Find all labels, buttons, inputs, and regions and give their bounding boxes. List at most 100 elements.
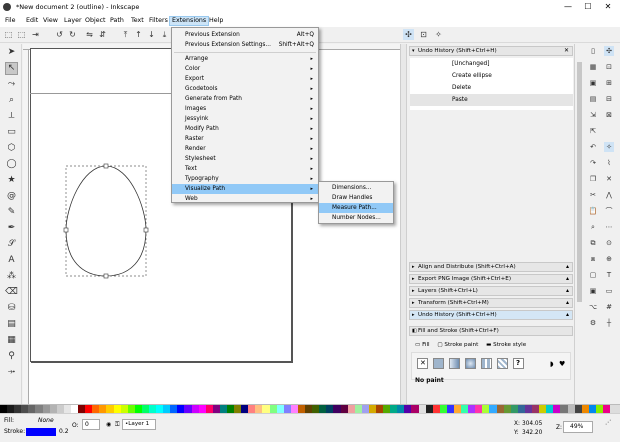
- color-swatch[interactable]: [127, 405, 135, 413]
- stroke-swatch[interactable]: [26, 428, 56, 436]
- color-swatch[interactable]: [106, 405, 114, 413]
- submenu-item-draw-handles[interactable]: Draw Handles: [319, 193, 393, 203]
- stroke-width[interactable]: 0.2: [59, 428, 69, 435]
- select-all-layers-icon[interactable]: ⬚: [16, 29, 27, 40]
- snap-bbox-center-icon[interactable]: ⊠: [604, 110, 614, 120]
- color-swatch[interactable]: [21, 405, 29, 413]
- color-swatch[interactable]: [418, 405, 426, 413]
- snap-enable-icon[interactable]: ✣: [604, 46, 614, 56]
- lower-bottom-icon[interactable]: ⤓: [159, 29, 170, 40]
- color-swatch[interactable]: [99, 405, 107, 413]
- snap-bbox-icon[interactable]: ⊡: [418, 29, 429, 40]
- color-swatch[interactable]: [326, 405, 334, 413]
- color-swatch[interactable]: [588, 405, 596, 413]
- menu-item-render[interactable]: Render ▸: [172, 144, 318, 154]
- color-swatch[interactable]: [524, 405, 533, 413]
- duplicate-icon[interactable]: ⧉: [588, 238, 598, 248]
- xml-editor-icon[interactable]: ⌥: [588, 302, 598, 312]
- menu-item-modify-path[interactable]: Modify Path ▸: [172, 124, 318, 134]
- color-swatch[interactable]: [78, 405, 86, 413]
- panel-menu-icon[interactable]: ▴: [566, 275, 569, 283]
- color-swatch[interactable]: [404, 405, 412, 413]
- export-icon[interactable]: ⇱: [588, 126, 598, 136]
- color-swatch[interactable]: [262, 405, 270, 413]
- rotate-ccw-icon[interactable]: ↺: [54, 29, 65, 40]
- flip-vertical-icon[interactable]: ⇵: [97, 29, 108, 40]
- color-swatch[interactable]: [468, 405, 476, 413]
- flat-color-button[interactable]: [433, 358, 444, 369]
- submenu-item-dimensions[interactable]: Dimensions...: [319, 183, 393, 193]
- color-swatch[interactable]: [305, 405, 313, 413]
- transform-panel-header[interactable]: ▸ Transform (Shift+Ctrl+M) ▴: [409, 298, 573, 308]
- snap-nodes-icon[interactable]: ✧: [433, 29, 444, 40]
- color-swatch[interactable]: [134, 405, 142, 413]
- panel-menu-icon[interactable]: ▴: [566, 311, 569, 319]
- snap-text-baseline-icon[interactable]: T: [604, 270, 614, 280]
- undo-history-panel-header[interactable]: ▾ Undo History (Shift+Ctrl+H) ✕: [409, 46, 573, 56]
- color-swatch[interactable]: [482, 405, 490, 413]
- color-swatch[interactable]: [35, 405, 43, 413]
- layer-select[interactable]: •Layer 1: [122, 419, 156, 430]
- color-swatch[interactable]: [49, 405, 57, 413]
- lock-icon[interactable]: ⚿: [115, 421, 120, 429]
- unset-paint-button[interactable]: ?: [513, 358, 524, 369]
- color-swatch[interactable]: [14, 405, 22, 413]
- color-swatch[interactable]: [532, 405, 540, 413]
- tab-stroke-paint[interactable]: ▢ Stroke paint: [437, 342, 478, 348]
- color-swatch[interactable]: [361, 405, 369, 413]
- eye-icon[interactable]: ◉: [106, 421, 111, 428]
- color-swatch[interactable]: [0, 405, 8, 413]
- copy-icon[interactable]: ❐: [588, 174, 598, 184]
- color-swatch[interactable]: [574, 405, 582, 413]
- mesh-tool-icon[interactable]: ▦: [5, 334, 18, 347]
- snap-bbox-edge-icon[interactable]: ⊡: [604, 62, 614, 72]
- history-row-selected[interactable]: Paste: [410, 94, 573, 106]
- snap-centers-icon[interactable]: ⊙: [604, 238, 614, 248]
- resize-grip-icon[interactable]: ⋰: [605, 419, 611, 426]
- snap-smooth-icon[interactable]: ⌒: [604, 206, 614, 216]
- undo-history-tab-header[interactable]: ▸ Undo History (Shift+Ctrl+H) ▴: [409, 310, 573, 320]
- mesh-gradient-button[interactable]: [481, 358, 492, 369]
- color-swatch[interactable]: [425, 405, 433, 413]
- expand-arrow-icon[interactable]: ▸: [412, 275, 415, 283]
- eraser-tool-icon[interactable]: ⌫: [5, 286, 18, 299]
- color-swatch[interactable]: [454, 405, 462, 413]
- menu-item-visualize-path[interactable]: Visualize Path ▸: [172, 184, 318, 194]
- color-swatch[interactable]: [560, 405, 568, 413]
- color-swatch[interactable]: [290, 405, 298, 413]
- rotate-cw-icon[interactable]: ↻: [67, 29, 78, 40]
- color-swatch[interactable]: [120, 405, 128, 413]
- linear-gradient-button[interactable]: [449, 358, 460, 369]
- align-distribute-panel-header[interactable]: ▸ Align and Distribute (Shift+Ctrl+A) ▴: [409, 262, 573, 272]
- snap-guide-icon[interactable]: ┼: [604, 318, 614, 328]
- connector-tool-icon[interactable]: ⤞: [5, 366, 18, 379]
- color-swatch[interactable]: [340, 405, 348, 413]
- measure-tool-icon[interactable]: ⟂: [5, 110, 18, 123]
- color-swatch[interactable]: [113, 405, 121, 413]
- color-swatch[interactable]: [184, 405, 192, 413]
- flip-horizontal-icon[interactable]: ⇋: [84, 29, 95, 40]
- menu-view[interactable]: View: [41, 16, 60, 26]
- ellipse-selection[interactable]: [60, 160, 152, 282]
- color-swatch[interactable]: [205, 405, 213, 413]
- menu-item-export[interactable]: Export ▸: [172, 74, 318, 84]
- egg-path[interactable]: [65, 165, 147, 277]
- menu-item-images[interactable]: Images ▸: [172, 104, 318, 114]
- gradient-tool-icon[interactable]: ▤: [5, 318, 18, 331]
- preferences-icon[interactable]: ⚙: [588, 318, 598, 328]
- menu-filters[interactable]: Filters: [147, 16, 170, 26]
- color-swatch[interactable]: [567, 405, 575, 413]
- ungroup-icon[interactable]: ▣: [588, 286, 598, 296]
- spray-tool-icon[interactable]: ⁂: [5, 270, 18, 283]
- snap-midpoints-icon[interactable]: ⋯: [604, 222, 614, 232]
- spiral-tool-icon[interactable]: @: [5, 190, 18, 203]
- menu-item-web[interactable]: Web ▸: [172, 194, 318, 204]
- color-swatch[interactable]: [383, 405, 391, 413]
- color-swatch[interactable]: [248, 405, 256, 413]
- color-swatch[interactable]: [333, 405, 341, 413]
- menu-layer[interactable]: Layer: [62, 16, 84, 26]
- 3d-box-tool-icon[interactable]: ⬡: [5, 142, 18, 155]
- color-swatch[interactable]: [276, 405, 284, 413]
- raise-top-icon[interactable]: ⤒: [120, 29, 131, 40]
- clone-icon[interactable]: ⧈: [588, 254, 598, 264]
